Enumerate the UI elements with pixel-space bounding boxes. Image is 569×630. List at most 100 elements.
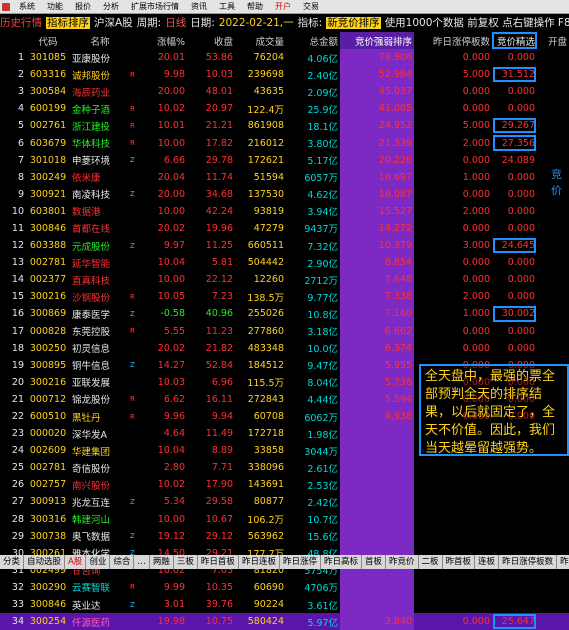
- menu-item-3[interactable]: 分析: [97, 1, 125, 12]
- stock-tag: [130, 254, 139, 271]
- col-close[interactable]: 收盘: [187, 32, 235, 49]
- total-amount: 2.61亿: [307, 463, 338, 475]
- yesterday-limit-count: 0.000: [414, 613, 492, 630]
- bottom-tab-17[interactable]: 昨日涨停板数: [499, 555, 558, 569]
- col-volume[interactable]: 成交量: [235, 32, 286, 49]
- menu-item-7[interactable]: 帮助: [241, 1, 269, 12]
- table-row[interactable]: 7 301018 申菱环境 Z 6.66 29.78 172621 5.17亿 20.226 0.…: [0, 151, 569, 169]
- close-price: 29.78: [205, 154, 233, 166]
- change-pct: 10.04: [157, 445, 185, 457]
- bottom-tab-6[interactable]: 两融: [150, 555, 174, 569]
- col-auction-select[interactable]: 竞价精选: [492, 32, 537, 49]
- bottom-tab-18[interactable]: 昨首板: [557, 555, 569, 569]
- bottom-tab-8[interactable]: 昨日首板: [198, 555, 239, 569]
- table-row[interactable]: 3 300584 海辰药业 20.00 48.01 43635 2.09亿 45.037 0.0…: [0, 83, 569, 101]
- bottom-tab-7[interactable]: 三板: [174, 555, 198, 569]
- bottom-tab-4[interactable]: 综合: [110, 555, 135, 569]
- stock-tag: [130, 220, 139, 237]
- change-pct: 10.02: [157, 103, 185, 115]
- open-price: [537, 49, 569, 66]
- close-price: 7.23: [211, 291, 233, 303]
- stock-name: 深华发A: [72, 429, 107, 441]
- table-row[interactable]: 17 000828 东莞控股 R 5.55 11.23 277860 3.18亿 6.662 0.…: [0, 322, 569, 340]
- stock-tag: [130, 340, 139, 357]
- bottom-tab-5[interactable]: …: [134, 555, 150, 569]
- auction-strength: 5.955: [340, 356, 414, 374]
- menu-item-4[interactable]: 扩展市场行情: [125, 1, 185, 12]
- col-seq[interactable]: [0, 32, 26, 49]
- indicator-value[interactable]: 新竞价排序: [326, 17, 381, 29]
- stock-tag: R: [130, 327, 135, 336]
- bottom-tab-3[interactable]: 创业: [86, 555, 111, 569]
- row-seq: 8: [17, 171, 24, 183]
- table-row[interactable]: 33 300846 英业达 Z 3.01 39.76 90224 3.61亿: [0, 596, 569, 614]
- stock-name: 锦龙股份: [72, 395, 111, 407]
- menu-item-0[interactable]: 系统: [13, 1, 41, 12]
- table-row[interactable]: 6 603679 华体科技 R 10.00 17.82 216012 3.80亿 21.339 2…: [0, 134, 569, 152]
- col-yesterday-limit[interactable]: 昨日涨停板数: [414, 32, 492, 49]
- volume: 138.5万: [247, 292, 284, 304]
- table-row[interactable]: 8 300249 依米康 20.04 11.74 51594 6057万 16.697 1.00…: [0, 168, 569, 186]
- bottom-tab-14[interactable]: 二板: [419, 555, 443, 569]
- menu-item-5[interactable]: 资讯: [185, 1, 213, 12]
- table-row[interactable]: 1 301085 亚康股份 20.01 53.86 76204 4.06亿 79.906 0.0…: [0, 49, 569, 67]
- date-value[interactable]: 2022-02-21,一: [219, 17, 294, 29]
- table-row[interactable]: 28 300316 韩建河山 10.00 10.67 106.2万 10.7亿: [0, 510, 569, 528]
- menu-item-2[interactable]: 报价: [69, 1, 97, 12]
- menu-item-8[interactable]: 开户: [269, 1, 297, 12]
- menu-items: 系统 功能 报价 分析 扩展市场行情 资讯 工具 帮助 开户 交易: [13, 1, 325, 12]
- table-row[interactable]: 29 300738 奥飞数据 Z 19.12 29.12 563962 15.6亿: [0, 527, 569, 545]
- menu-item-9[interactable]: 交易: [297, 1, 325, 12]
- table-row[interactable]: 27 300913 兆龙互连 Z 5.34 29.58 80877 2.42亿: [0, 493, 569, 511]
- bottom-tab-12[interactable]: 首板: [362, 555, 386, 569]
- table-row[interactable]: 4 600199 金种子酒 R 10.02 20.97 122.4万 25.9亿 41.005 0…: [0, 100, 569, 118]
- bottom-tab-10[interactable]: 昨日涨停: [280, 555, 321, 569]
- period-value[interactable]: 日线: [165, 17, 186, 29]
- volume: 80877: [253, 496, 284, 508]
- volume: 277860: [247, 325, 284, 337]
- stock-name: 亚联发展: [72, 378, 111, 390]
- bottom-tab-11[interactable]: 昨日高标: [321, 555, 362, 569]
- yesterday-limit-count: 0.000: [462, 325, 490, 337]
- stock-name: 英业达: [72, 600, 101, 612]
- table-row[interactable]: 15 300216 沙钢股份 R 10.05 7.23 138.5万 9.77亿 7.338 2.…: [0, 288, 569, 306]
- col-name[interactable]: 名称: [70, 32, 130, 49]
- bottom-tab-16[interactable]: 连板: [475, 555, 500, 569]
- table-row[interactable]: 16 300869 康泰医学 Z -0.58 40.96 255026 10.8亿 7.160 1…: [0, 305, 569, 323]
- col-auction-strength[interactable]: 竞价强弱排序: [340, 32, 414, 49]
- table-row[interactable]: 26 002757 南兴股份 10.02 17.90 143691 2.53亿: [0, 476, 569, 494]
- menu-item-6[interactable]: 工具: [213, 1, 241, 12]
- col-amount[interactable]: 总金额: [286, 32, 340, 49]
- bottom-tab-9[interactable]: 昨日连板: [239, 555, 280, 569]
- table-row[interactable]: 5 002761 浙江建投 R 10.01 21.21 861908 18.1亿 24.952 5…: [0, 117, 569, 135]
- col-code[interactable]: 代码: [26, 32, 70, 49]
- table-row[interactable]: 11 300846 首都在线 20.02 19.96 47279 9437万 14.272 0.…: [0, 219, 569, 238]
- bottom-tab-13[interactable]: 昨竞价: [386, 555, 419, 569]
- table-row[interactable]: 10 603801 数据港 10.00 42.24 93819 3.94亿 15.527 2.0…: [0, 202, 569, 220]
- market-label[interactable]: 沪深A股: [94, 17, 133, 29]
- auction-select: 27.356: [492, 134, 537, 151]
- table-row[interactable]: 25 002781 奇信股份 2.80 7.71 338096 2.61亿: [0, 459, 569, 477]
- close-price: 29.58: [205, 496, 233, 508]
- col-open[interactable]: 开盘: [537, 32, 569, 49]
- bottom-tab-0[interactable]: 分类: [0, 555, 25, 569]
- bottom-tab-1[interactable]: 自动选股: [24, 555, 66, 569]
- bottom-tab-15[interactable]: 昨首板: [443, 555, 476, 569]
- table-row[interactable]: 32 300290 云赛智联 R 9.99 10.35 60690 4706万: [0, 578, 569, 596]
- open-price: [537, 596, 569, 613]
- table-row[interactable]: 9 300921 南凌科技 Z 20.00 34.68 137530 4.62亿 16.087 0…: [0, 185, 569, 203]
- table-row[interactable]: 18 300250 初灵信息 20.02 21.82 483348 10.0亿 6.374 0.…: [0, 339, 569, 357]
- yesterday-limit-count: 5.000: [462, 120, 490, 132]
- auction-strength: 52.964: [340, 66, 414, 84]
- table-row[interactable]: 34 300254 仟源医药 19.98 10.75 580424 5.97亿 3.840 0.…: [0, 613, 569, 630]
- table-row[interactable]: 2 603316 诚邦股份 R 9.98 10.03 239698 2.40亿 52.964 5.…: [0, 66, 569, 84]
- row-seq: 11: [11, 222, 24, 234]
- yesterday-limit-count: [414, 579, 492, 596]
- bottom-tab-2[interactable]: A股: [65, 555, 87, 569]
- total-amount: 2.90亿: [307, 258, 338, 270]
- table-row[interactable]: 13 002781 延华智能 10.04 5.81 504442 2.90亿 8.854 0.0…: [0, 254, 569, 272]
- col-pct[interactable]: 涨幅%: [139, 32, 187, 49]
- menu-item-1[interactable]: 功能: [41, 1, 69, 12]
- table-row[interactable]: 12 603388 元成股份 Z 9.97 11.25 660511 7.32亿 10.379 3…: [0, 237, 569, 255]
- table-row[interactable]: 14 002377 直真科技 10.00 22.12 12260 2712万 7.648 0.0…: [0, 271, 569, 289]
